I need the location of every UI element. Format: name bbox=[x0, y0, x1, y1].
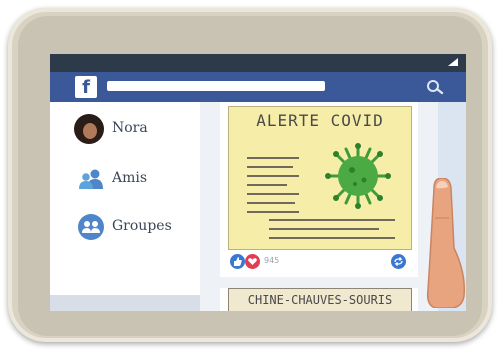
pointing-finger-icon bbox=[426, 178, 466, 308]
search-input[interactable] bbox=[107, 81, 325, 91]
sidebar-item-label: Nora bbox=[112, 120, 148, 136]
avatar-face bbox=[83, 123, 97, 139]
signal-icon bbox=[448, 58, 458, 66]
post-title: CHINE-CHAUVES-SOURIS bbox=[247, 293, 393, 307]
post-image: CHINE-CHAUVES-SOURIS bbox=[228, 288, 412, 311]
post-card[interactable]: CHINE-CHAUVES-SOURIS bbox=[220, 288, 418, 311]
reaction-count: 945 bbox=[264, 256, 280, 265]
post-card[interactable]: ALERTE COVID 945 bbox=[220, 102, 418, 277]
facebook-logo[interactable]: f bbox=[75, 76, 97, 98]
groups-icon bbox=[78, 214, 104, 240]
tablet-screen: f Nora Amis Groupes ALERTE COVID 945 CHI… bbox=[50, 54, 466, 311]
search-icon[interactable] bbox=[426, 79, 444, 95]
sidebar-footer bbox=[50, 295, 200, 311]
text-lines bbox=[269, 219, 395, 246]
love-icon[interactable] bbox=[245, 254, 260, 269]
virus-icon bbox=[325, 143, 391, 209]
like-icon[interactable] bbox=[230, 254, 245, 269]
sidebar-item-label: Amis bbox=[112, 170, 148, 186]
post-image: ALERTE COVID bbox=[228, 106, 412, 250]
post-reactions: 945 bbox=[230, 254, 410, 270]
news-feed: ALERTE COVID 945 CHINE-CHAUVES-SOURIS bbox=[208, 102, 438, 311]
status-bar bbox=[50, 54, 466, 72]
avatar bbox=[74, 114, 104, 144]
top-navigation-bar: f bbox=[50, 72, 466, 102]
friends-icon bbox=[79, 169, 103, 189]
post-title: ALERTE COVID bbox=[256, 111, 384, 130]
share-icon[interactable] bbox=[391, 254, 406, 269]
sidebar-item-label: Groupes bbox=[112, 218, 172, 234]
left-sidebar: Nora Amis Groupes bbox=[50, 102, 200, 311]
text-lines bbox=[247, 157, 299, 220]
